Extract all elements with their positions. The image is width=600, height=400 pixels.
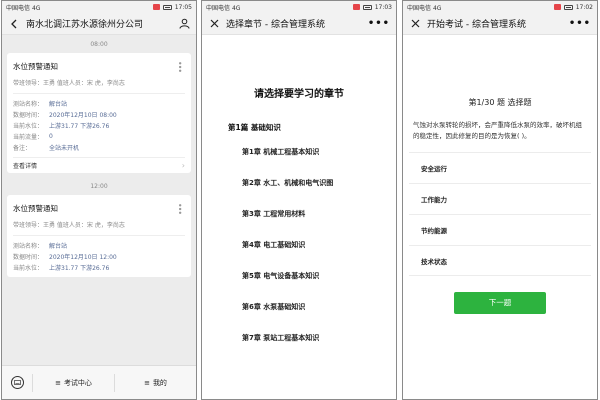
notification-badge-icon	[352, 4, 360, 10]
phone-screen-exam: 中国电信 4G 17:02 开始考试 - 综合管理系统 ••• 第1/30 题 …	[402, 0, 598, 400]
page-title: 开始考试 - 综合管理系统	[427, 20, 526, 30]
close-icon[interactable]	[409, 18, 421, 30]
back-icon[interactable]	[8, 18, 20, 30]
info-row: 当前水位： 上游31.77 下游26.76	[13, 265, 110, 272]
chapter-item[interactable]: 第5章 电气设备基本知识	[242, 261, 372, 292]
answer-option[interactable]: 工作能力	[409, 183, 591, 214]
question-number: 第1/30 题 选择题	[468, 98, 532, 107]
page-title: 选择章节 - 综合管理系统	[226, 20, 325, 30]
carrier-label: 中国电信 4G	[6, 4, 41, 12]
message-timestamp: 12:00	[90, 183, 108, 190]
notification-card[interactable]: 水位预警通知 ••• 带班领导：王勇 值班人员：宋 虎，李尚志 测站名称： 解台站…	[7, 195, 191, 277]
question-text: 气蚀对水泵转轮的损坏，会严重降低水泵的效率，破坏机组的稳定性，因此修复的目的是为…	[413, 121, 582, 140]
chapter-list: 第1章 机械工程基本知识 第2章 水工、机械和电气识图 第3章 工程常用材料 第…	[242, 137, 396, 354]
menu-exam-center[interactable]: ≡ 考试中心	[32, 373, 114, 392]
card-title: 水位预警通知	[13, 61, 58, 71]
status-bar: 中国电信 4G 17:03	[202, 1, 396, 13]
menu-mine[interactable]: ≡ 我的	[114, 373, 196, 392]
keyboard-icon	[10, 376, 24, 389]
battery-icon	[563, 4, 573, 10]
title-bar: 选择章节 - 综合管理系统 •••	[202, 13, 396, 35]
message-timestamp: 08:00	[90, 41, 108, 48]
more-icon[interactable]: •••	[175, 60, 184, 71]
profile-icon[interactable]	[178, 18, 190, 30]
more-options-icon[interactable]: •••	[569, 18, 591, 29]
close-icon[interactable]	[208, 18, 220, 30]
phone-screen-notifications: 中国电信 4G 17:05 南水北调江苏水源徐州分公司 08:00 水位预警通知…	[1, 0, 197, 400]
info-row: 当前水位： 上游31.77 下游26.76	[13, 123, 110, 130]
chapter-item[interactable]: 第4章 电工基础知识	[242, 230, 372, 261]
chapter-item[interactable]: 第1章 机械工程基本知识	[242, 137, 372, 168]
battery-icon	[362, 4, 372, 10]
menu-icon: ≡	[144, 378, 150, 387]
chapter-heading: 请选择要学习的章节	[254, 89, 344, 100]
info-row: 测站名称： 解台站	[13, 243, 68, 250]
title-bar: 开始考试 - 综合管理系统 •••	[403, 13, 597, 35]
carrier-label: 中国电信 4G	[407, 4, 442, 12]
chapter-item[interactable]: 第3章 工程常用材料	[242, 199, 372, 230]
title-bar: 南水北调江苏水源徐州分公司	[2, 13, 196, 35]
chapter-item[interactable]: 第7章 泵站工程基本知识	[242, 323, 372, 354]
status-time: 17:02	[575, 3, 593, 11]
duty-info: 带班领导：王勇 值班人员：宋 虎，李尚志	[13, 215, 185, 236]
battery-icon	[162, 4, 172, 10]
notification-card[interactable]: 水位预警通知 ••• 带班领导：王勇 值班人员：宋 虎，李尚志 测站名称： 解台站…	[7, 53, 191, 173]
status-bar: 中国电信 4G 17:05	[2, 1, 196, 13]
more-icon[interactable]: •••	[175, 202, 184, 213]
info-row: 当前流量： 0	[13, 133, 53, 141]
answer-option[interactable]: 安全运行	[409, 152, 591, 183]
notification-badge-icon	[152, 4, 160, 10]
info-row: 测站名称： 解台站	[13, 101, 68, 108]
keyboard-toggle[interactable]	[2, 376, 32, 389]
duty-info: 带班领导：王勇 值班人员：宋 虎，李尚志	[13, 73, 185, 94]
info-row: 数据时间： 2020年12月10日 12:00	[13, 254, 117, 261]
phone-screen-chapters: 中国电信 4G 17:03 选择章节 - 综合管理系统 ••• 请选择要学习的章…	[201, 0, 397, 400]
answer-option[interactable]: 技术状态	[409, 245, 591, 276]
menu-icon: ≡	[55, 378, 61, 387]
info-row: 数据时间： 2020年12月10日 08:00	[13, 112, 117, 119]
page-title: 南水北调江苏水源徐州分公司	[26, 20, 144, 30]
chevron-right-icon: ›	[181, 161, 185, 170]
carrier-label: 中国电信 4G	[206, 4, 241, 12]
chapter-list-page: 请选择要学习的章节 第1篇 基础知识 第1章 机械工程基本知识 第2章 水工、机…	[202, 35, 396, 399]
view-details-link[interactable]: 查看详情 ›	[13, 157, 185, 173]
next-question-button[interactable]: 下一题	[454, 292, 546, 314]
part-title: 第1篇 基础知识	[228, 123, 281, 132]
exam-page: 第1/30 题 选择题 气蚀对水泵转轮的损坏，会严重降低水泵的效率，破坏机组的稳…	[403, 35, 597, 399]
bottom-menu-bar: ≡ 考试中心 ≡ 我的	[2, 365, 196, 399]
status-time: 17:05	[174, 3, 192, 11]
card-title: 水位预警通知	[13, 203, 58, 213]
chapter-item[interactable]: 第6章 水泵基础知识	[242, 292, 372, 323]
status-bar: 中国电信 4G 17:02	[403, 1, 597, 13]
more-options-icon[interactable]: •••	[368, 18, 390, 29]
notification-badge-icon	[553, 4, 561, 10]
info-row: 备注： 全站未开机	[13, 145, 80, 152]
message-feed[interactable]: 08:00 水位预警通知 ••• 带班领导：王勇 值班人员：宋 虎，李尚志 测站…	[2, 35, 196, 365]
chapter-item[interactable]: 第2章 水工、机械和电气识图	[242, 168, 372, 199]
status-time: 17:03	[374, 3, 392, 11]
answer-option[interactable]: 节约能源	[409, 214, 591, 245]
